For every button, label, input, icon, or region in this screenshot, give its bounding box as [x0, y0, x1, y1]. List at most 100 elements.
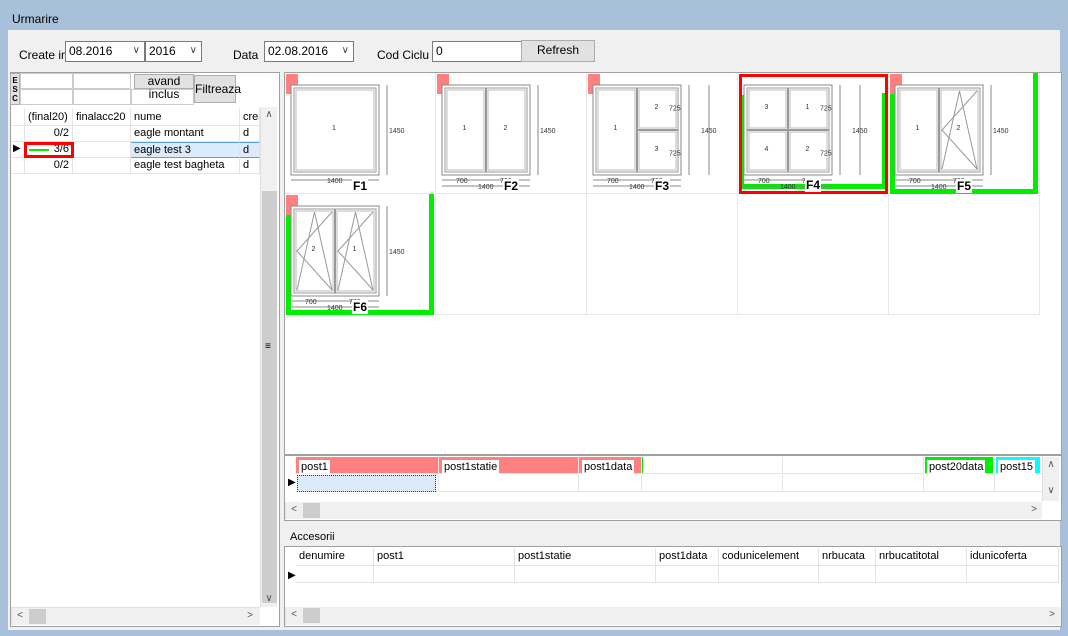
- posts-vertical-scrollbar[interactable]: ∧ ∨: [1042, 457, 1059, 501]
- scroll-down-icon[interactable]: ∨: [1043, 485, 1059, 496]
- window-F5[interactable]: 1214507007001400F5: [889, 73, 1040, 194]
- column-header[interactable]: post1data: [579, 457, 642, 474]
- column-header[interactable]: idunicoferta: [967, 548, 1059, 566]
- cell-final20[interactable]: 0/2: [25, 158, 73, 174]
- scroll-thumb[interactable]: [29, 609, 46, 624]
- scroll-left-icon[interactable]: <: [286, 504, 302, 515]
- cell-crea[interactable]: d: [240, 158, 260, 174]
- column-header[interactable]: nrbucatitotal: [876, 548, 967, 566]
- grid-cell[interactable]: [515, 566, 656, 583]
- cell-finalacc20[interactable]: [73, 126, 131, 142]
- chevron-down-icon: ∨: [132, 45, 140, 56]
- grid-cell[interactable]: [783, 475, 924, 492]
- scroll-thumb[interactable]: [303, 503, 320, 518]
- column-header[interactable]: post1statie: [439, 457, 579, 474]
- column-header[interactable]: post1: [374, 548, 515, 566]
- grid-cell[interactable]: [819, 566, 876, 583]
- svg-text:1400: 1400: [780, 184, 796, 191]
- column-header[interactable]: [642, 457, 783, 474]
- date-picker[interactable]: 02.08.2016 ∨: [264, 41, 354, 62]
- filtreaza-button[interactable]: Filtreaza: [194, 75, 241, 103]
- cell-crea[interactable]: d: [240, 142, 260, 158]
- column-header[interactable]: codunicelement: [719, 548, 819, 566]
- grid-cell[interactable]: [924, 475, 995, 492]
- orders-vertical-scrollbar[interactable]: ∧ ≡ ∨: [260, 107, 277, 607]
- year-select[interactable]: 2016 ∨: [145, 41, 202, 62]
- column-header[interactable]: post20data: [924, 457, 995, 474]
- column-header[interactable]: denumire: [296, 548, 374, 566]
- row-header[interactable]: [11, 126, 25, 142]
- grid-cell[interactable]: [296, 566, 374, 583]
- scroll-left-icon[interactable]: <: [12, 610, 28, 621]
- posts-horizontal-scrollbar[interactable]: < >: [285, 502, 1042, 519]
- row-header[interactable]: [11, 158, 25, 174]
- grid-cell[interactable]: [439, 475, 579, 492]
- scroll-right-icon[interactable]: >: [1044, 609, 1060, 620]
- scroll-thumb[interactable]: ≡: [262, 191, 277, 603]
- scroll-down-icon[interactable]: ∨: [261, 593, 277, 604]
- grid-cell[interactable]: [876, 566, 967, 583]
- column-header-label: post1: [299, 460, 330, 474]
- cell-nume[interactable]: eagle test bagheta: [131, 158, 240, 174]
- cell-nume[interactable]: eagle montant: [131, 126, 240, 142]
- column-header[interactable]: post1statie: [515, 548, 656, 566]
- year-value: 2016: [149, 44, 176, 58]
- pane-label: 2: [806, 146, 810, 153]
- esc-button[interactable]: E S C: [10, 73, 20, 105]
- window-F3[interactable]: 12314507257257007001400F3: [587, 73, 738, 194]
- scroll-right-icon[interactable]: >: [1026, 504, 1042, 515]
- window-F1[interactable]: 1 1450 1400 F1: [285, 73, 436, 194]
- grid-cell[interactable]: [719, 566, 819, 583]
- accesorii-horizontal-scrollbar[interactable]: < >: [285, 607, 1061, 625]
- current-cell[interactable]: [297, 475, 436, 492]
- scroll-left-icon[interactable]: <: [286, 609, 302, 620]
- column-header[interactable]: crea: [240, 108, 260, 126]
- scroll-up-icon[interactable]: ∧: [1043, 459, 1059, 470]
- window-F6[interactable]: 2114507007001400F6: [285, 194, 436, 315]
- orders-horizontal-scrollbar[interactable]: < >: [11, 607, 260, 625]
- scroll-up-icon[interactable]: ∧: [261, 109, 277, 120]
- title-bar: [0, 0, 1068, 30]
- grid-cell[interactable]: [967, 566, 1059, 583]
- cod-ciclu-input[interactable]: 0: [432, 41, 527, 62]
- column-header[interactable]: post1: [296, 457, 439, 474]
- svg-text:1400: 1400: [478, 184, 494, 191]
- scroll-right-icon[interactable]: >: [242, 610, 258, 621]
- avand-inclus-button[interactable]: avand inclus: [134, 74, 194, 101]
- filter-input-1[interactable]: [20, 73, 73, 89]
- scroll-thumb[interactable]: [303, 608, 320, 623]
- grid-cell[interactable]: [579, 475, 642, 492]
- column-header[interactable]: nume: [131, 108, 240, 126]
- grid-cell[interactable]: [656, 566, 719, 583]
- column-header[interactable]: [783, 457, 924, 474]
- cell-finalacc20[interactable]: [73, 142, 131, 158]
- column-header[interactable]: finalacc20: [73, 108, 131, 126]
- row-header[interactable]: ▶: [11, 142, 25, 158]
- cell-final20[interactable]: 0/2: [25, 126, 73, 142]
- refresh-button[interactable]: Refresh: [521, 40, 595, 62]
- column-header[interactable]: post15: [995, 457, 1043, 474]
- pane-label: 3: [765, 104, 769, 111]
- cell-finalacc20[interactable]: [73, 158, 131, 174]
- column-header[interactable]: nrbucata: [819, 548, 876, 566]
- window-label: F4: [805, 178, 822, 192]
- window-F2[interactable]: 1214507007001400F2: [436, 73, 587, 194]
- thumbnail-cell: [587, 194, 738, 315]
- thumbnail-cell: [889, 194, 1040, 315]
- svg-text:700: 700: [305, 299, 317, 306]
- cell-nume[interactable]: eagle test 3: [131, 142, 240, 158]
- column-header[interactable]: (final20): [25, 108, 73, 126]
- grid-cell[interactable]: [995, 475, 1043, 492]
- grid-cell[interactable]: [374, 566, 515, 583]
- filter-input-3[interactable]: [20, 89, 73, 105]
- cell-crea[interactable]: d: [240, 126, 260, 142]
- filter-input-4[interactable]: [73, 89, 131, 105]
- svg-text:1450: 1450: [389, 249, 405, 256]
- column-header[interactable]: post1data: [656, 548, 719, 566]
- grid-cell[interactable]: [642, 475, 783, 492]
- month-select[interactable]: 08.2016 ∨: [65, 41, 145, 62]
- filter-input-2[interactable]: [73, 73, 131, 89]
- svg-text:1450: 1450: [540, 128, 556, 135]
- window-F4[interactable]: 341214507257257007001400F4: [738, 73, 889, 194]
- svg-text:1400: 1400: [327, 305, 343, 312]
